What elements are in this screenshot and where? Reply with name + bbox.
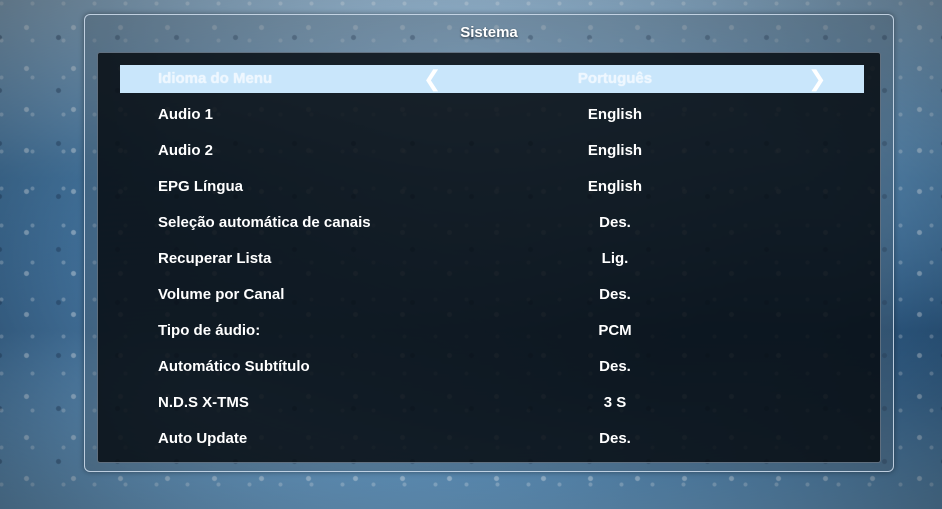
setting-row-volume-per-channel[interactable]: Volume por Canal Des. [120, 281, 864, 309]
setting-row-audio-2[interactable]: Audio 2 English [120, 137, 864, 165]
setting-label: Volume por Canal [158, 286, 285, 303]
setting-row-audio-1[interactable]: Audio 1 English [120, 101, 864, 129]
setting-value: English [587, 142, 643, 159]
setting-value: English [587, 106, 643, 123]
setting-label: Idioma do Menu [158, 70, 273, 87]
setting-label: Seleção automática de canais [158, 214, 371, 231]
setting-value: Lig. [601, 250, 629, 267]
setting-label: Tipo de áudio: [158, 322, 261, 339]
setting-label: N.D.S X-TMS [158, 394, 249, 411]
setting-value: 3 S [603, 394, 627, 411]
setting-value: Des. [599, 358, 631, 375]
setting-row-menu-language[interactable]: Idioma do Menu ❮ Português ❯ [120, 65, 864, 93]
setting-value: PCM [598, 322, 632, 339]
setting-value: Des. [599, 214, 631, 231]
setting-value: English [587, 178, 643, 195]
setting-row-recover-list[interactable]: Recuperar Lista Lig. [120, 245, 864, 273]
setting-row-audio-type[interactable]: Tipo de áudio: PCM [120, 317, 864, 345]
chevron-right-icon[interactable]: ❯ [808, 65, 826, 93]
setting-value: Des. [599, 286, 631, 303]
setting-row-auto-subtitle[interactable]: Automático Subtítulo Des. [120, 353, 864, 381]
setting-label: Recuperar Lista [158, 250, 272, 267]
setting-label: Automático Subtítulo [158, 358, 310, 375]
system-settings-dialog: Sistema Idioma do Menu ❮ Português ❯ Aud… [84, 14, 894, 472]
setting-row-nds-xtms[interactable]: N.D.S X-TMS 3 S [120, 389, 864, 417]
setting-row-auto-channel-selection[interactable]: Seleção automática de canais Des. [120, 209, 864, 237]
setting-row-auto-update[interactable]: Auto Update Des. [120, 425, 864, 453]
chevron-left-icon[interactable]: ❮ [423, 65, 441, 93]
setting-value: Des. [599, 430, 631, 447]
setting-label: Audio 2 [158, 142, 213, 159]
setting-value: Português [577, 70, 653, 87]
settings-list: Idioma do Menu ❮ Português ❯ Audio 1 Eng… [97, 52, 881, 463]
dialog-title: Sistema [460, 24, 518, 41]
setting-label: EPG Língua [158, 178, 244, 195]
setting-label: Auto Update [158, 430, 248, 447]
setting-row-epg-language[interactable]: EPG Língua English [120, 173, 864, 201]
setting-label: Audio 1 [158, 106, 213, 123]
